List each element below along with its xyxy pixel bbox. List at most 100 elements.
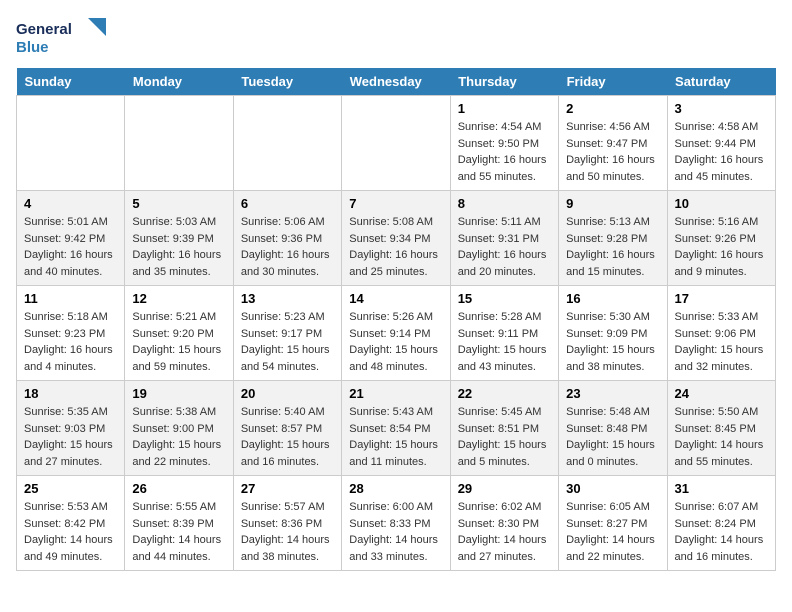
day-number: 11: [24, 291, 117, 306]
day-info: Sunrise: 5:28 AM Sunset: 9:11 PM Dayligh…: [458, 309, 551, 375]
day-number: 14: [349, 291, 442, 306]
weekday-header: Monday: [125, 68, 233, 96]
day-number: 13: [241, 291, 334, 306]
day-number: 29: [458, 481, 551, 496]
calendar-day-cell: 12 Sunrise: 5:21 AM Sunset: 9:20 PM Dayli…: [125, 286, 233, 381]
day-info: Sunrise: 4:54 AM Sunset: 9:50 PM Dayligh…: [458, 119, 551, 185]
day-info: Sunrise: 5:06 AM Sunset: 9:36 PM Dayligh…: [241, 214, 334, 280]
day-info: Sunrise: 5:55 AM Sunset: 8:39 PM Dayligh…: [132, 499, 225, 565]
day-number: 23: [566, 386, 659, 401]
calendar-week-row: 25Sunrise: 5:53 AM Sunset: 8:42 PM Dayli…: [17, 476, 776, 571]
calendar-day-cell: 6 Sunrise: 5:06 AM Sunset: 9:36 PM Daylig…: [233, 191, 341, 286]
calendar-day-cell: 22 Sunrise: 5:45 AM Sunset: 8:51 PM Dayli…: [450, 381, 558, 476]
calendar-day-cell: 20 Sunrise: 5:40 AM Sunset: 8:57 PM Dayli…: [233, 381, 341, 476]
day-info: Sunrise: 5:08 AM Sunset: 9:34 PM Dayligh…: [349, 214, 442, 280]
day-info: Sunrise: 6:07 AM Sunset: 8:24 PM Dayligh…: [675, 499, 768, 565]
day-number: 8: [458, 196, 551, 211]
calendar-day-cell: 8 Sunrise: 5:11 AM Sunset: 9:31 PM Daylig…: [450, 191, 558, 286]
day-info: Sunrise: 6:05 AM Sunset: 8:27 PM Dayligh…: [566, 499, 659, 565]
calendar-week-row: 4 Sunrise: 5:01 AM Sunset: 9:42 PM Daylig…: [17, 191, 776, 286]
day-number: 2: [566, 101, 659, 116]
svg-text:Blue: Blue: [16, 39, 49, 56]
calendar-day-cell: 24 Sunrise: 5:50 AM Sunset: 8:45 PM Dayli…: [667, 381, 775, 476]
page-header: General Blue: [16, 16, 776, 58]
calendar-day-cell: 2 Sunrise: 4:56 AM Sunset: 9:47 PM Daylig…: [559, 96, 667, 191]
day-info: Sunrise: 5:18 AM Sunset: 9:23 PM Dayligh…: [24, 309, 117, 375]
calendar-table: SundayMondayTuesdayWednesdayThursdayFrid…: [16, 68, 776, 571]
calendar-day-cell: 21 Sunrise: 5:43 AM Sunset: 8:54 PM Dayli…: [342, 381, 450, 476]
calendar-day-cell: 19 Sunrise: 5:38 AM Sunset: 9:00 PM Dayli…: [125, 381, 233, 476]
day-info: Sunrise: 5:13 AM Sunset: 9:28 PM Dayligh…: [566, 214, 659, 280]
day-number: 7: [349, 196, 442, 211]
day-number: 26: [132, 481, 225, 496]
logo: General Blue: [16, 16, 106, 58]
day-info: Sunrise: 5:33 AM Sunset: 9:06 PM Dayligh…: [675, 309, 768, 375]
logo-svg: General Blue: [16, 16, 106, 58]
calendar-day-cell: 11 Sunrise: 5:18 AM Sunset: 9:23 PM Dayli…: [17, 286, 125, 381]
weekday-header: Saturday: [667, 68, 775, 96]
day-number: 15: [458, 291, 551, 306]
calendar-day-cell: 15 Sunrise: 5:28 AM Sunset: 9:11 PM Dayli…: [450, 286, 558, 381]
day-info: Sunrise: 5:48 AM Sunset: 8:48 PM Dayligh…: [566, 404, 659, 470]
day-number: 24: [675, 386, 768, 401]
day-info: Sunrise: 5:01 AM Sunset: 9:42 PM Dayligh…: [24, 214, 117, 280]
day-info: Sunrise: 5:43 AM Sunset: 8:54 PM Dayligh…: [349, 404, 442, 470]
weekday-header: Tuesday: [233, 68, 341, 96]
day-info: Sunrise: 4:58 AM Sunset: 9:44 PM Dayligh…: [675, 119, 768, 185]
day-number: 12: [132, 291, 225, 306]
day-info: Sunrise: 4:56 AM Sunset: 9:47 PM Dayligh…: [566, 119, 659, 185]
calendar-day-cell: 18 Sunrise: 5:35 AM Sunset: 9:03 PM Dayli…: [17, 381, 125, 476]
day-info: Sunrise: 5:57 AM Sunset: 8:36 PM Dayligh…: [241, 499, 334, 565]
calendar-day-cell: 10Sunrise: 5:16 AM Sunset: 9:26 PM Dayli…: [667, 191, 775, 286]
day-info: Sunrise: 6:02 AM Sunset: 8:30 PM Dayligh…: [458, 499, 551, 565]
calendar-day-cell: 13 Sunrise: 5:23 AM Sunset: 9:17 PM Dayli…: [233, 286, 341, 381]
weekday-header: Sunday: [17, 68, 125, 96]
day-number: 6: [241, 196, 334, 211]
day-number: 18: [24, 386, 117, 401]
calendar-week-row: 11 Sunrise: 5:18 AM Sunset: 9:23 PM Dayli…: [17, 286, 776, 381]
day-number: 3: [675, 101, 768, 116]
calendar-day-cell: [233, 96, 341, 191]
day-number: 4: [24, 196, 117, 211]
day-info: Sunrise: 5:45 AM Sunset: 8:51 PM Dayligh…: [458, 404, 551, 470]
day-info: Sunrise: 5:35 AM Sunset: 9:03 PM Dayligh…: [24, 404, 117, 470]
day-info: Sunrise: 5:21 AM Sunset: 9:20 PM Dayligh…: [132, 309, 225, 375]
calendar-day-cell: 31 Sunrise: 6:07 AM Sunset: 8:24 PM Dayli…: [667, 476, 775, 571]
day-number: 16: [566, 291, 659, 306]
day-info: Sunrise: 5:11 AM Sunset: 9:31 PM Dayligh…: [458, 214, 551, 280]
calendar-day-cell: 7 Sunrise: 5:08 AM Sunset: 9:34 PM Daylig…: [342, 191, 450, 286]
day-number: 19: [132, 386, 225, 401]
day-number: 9: [566, 196, 659, 211]
day-number: 1: [458, 101, 551, 116]
weekday-header: Wednesday: [342, 68, 450, 96]
calendar-day-cell: 30 Sunrise: 6:05 AM Sunset: 8:27 PM Dayli…: [559, 476, 667, 571]
calendar-week-row: 1 Sunrise: 4:54 AM Sunset: 9:50 PM Daylig…: [17, 96, 776, 191]
day-number: 27: [241, 481, 334, 496]
calendar-week-row: 18 Sunrise: 5:35 AM Sunset: 9:03 PM Dayli…: [17, 381, 776, 476]
day-info: Sunrise: 5:30 AM Sunset: 9:09 PM Dayligh…: [566, 309, 659, 375]
day-number: 22: [458, 386, 551, 401]
calendar-day-cell: 9 Sunrise: 5:13 AM Sunset: 9:28 PM Daylig…: [559, 191, 667, 286]
calendar-day-cell: 28Sunrise: 6:00 AM Sunset: 8:33 PM Dayli…: [342, 476, 450, 571]
day-info: Sunrise: 5:16 AM Sunset: 9:26 PM Dayligh…: [675, 214, 768, 280]
calendar-day-cell: 16 Sunrise: 5:30 AM Sunset: 9:09 PM Dayli…: [559, 286, 667, 381]
day-info: Sunrise: 5:03 AM Sunset: 9:39 PM Dayligh…: [132, 214, 225, 280]
day-number: 21: [349, 386, 442, 401]
day-info: Sunrise: 5:38 AM Sunset: 9:00 PM Dayligh…: [132, 404, 225, 470]
weekday-header: Thursday: [450, 68, 558, 96]
day-info: Sunrise: 5:40 AM Sunset: 8:57 PM Dayligh…: [241, 404, 334, 470]
day-number: 30: [566, 481, 659, 496]
calendar-day-cell: 26 Sunrise: 5:55 AM Sunset: 8:39 PM Dayli…: [125, 476, 233, 571]
calendar-day-cell: 27 Sunrise: 5:57 AM Sunset: 8:36 PM Dayli…: [233, 476, 341, 571]
day-number: 20: [241, 386, 334, 401]
day-number: 5: [132, 196, 225, 211]
day-number: 25: [24, 481, 117, 496]
svg-text:General: General: [16, 21, 72, 38]
day-info: Sunrise: 5:50 AM Sunset: 8:45 PM Dayligh…: [675, 404, 768, 470]
day-number: 31: [675, 481, 768, 496]
day-info: Sunrise: 5:23 AM Sunset: 9:17 PM Dayligh…: [241, 309, 334, 375]
calendar-day-cell: [125, 96, 233, 191]
calendar-day-cell: 1 Sunrise: 4:54 AM Sunset: 9:50 PM Daylig…: [450, 96, 558, 191]
calendar-day-cell: 17Sunrise: 5:33 AM Sunset: 9:06 PM Dayli…: [667, 286, 775, 381]
day-info: Sunrise: 5:26 AM Sunset: 9:14 PM Dayligh…: [349, 309, 442, 375]
